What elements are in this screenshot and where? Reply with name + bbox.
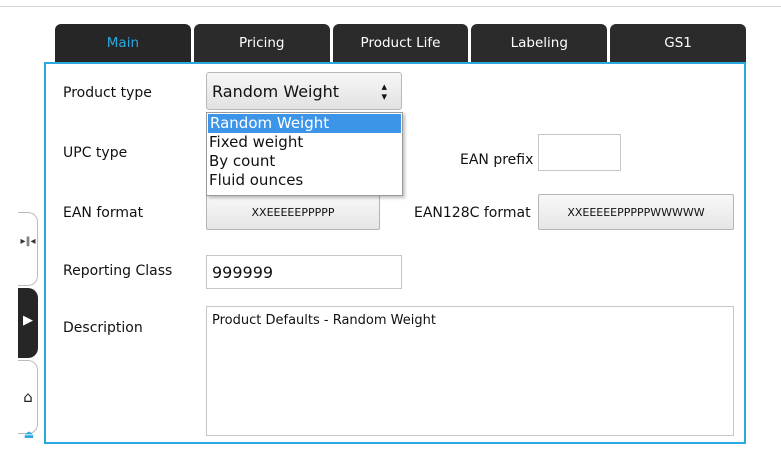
collapse-arrows-icon: ▸‖◂ (20, 236, 36, 247)
select-updown-icon: ▴ ▾ (381, 80, 387, 103)
eject-icon[interactable]: ⏏ (19, 428, 39, 441)
tab-gs1[interactable]: GS1 (610, 24, 746, 62)
ean128c-format-button[interactable]: XXEEEEEPPPPPWWWWW (538, 194, 734, 230)
dropdown-option-random-weight[interactable]: Random Weight (208, 114, 401, 133)
product-type-label: Product type (63, 85, 152, 101)
side-strip: ▸‖◂ ▶ ⌂ ⏏ (0, 212, 42, 444)
upc-type-label: UPC type (63, 145, 128, 161)
tab-product-life[interactable]: Product Life (332, 24, 469, 62)
ean-prefix-label: EAN prefix (460, 152, 534, 168)
dropdown-option-fixed-weight[interactable]: Fixed weight (207, 133, 402, 152)
home-icon: ⌂ (23, 388, 33, 406)
top-divider (0, 6, 781, 7)
ean128c-format-label: EAN128C format (414, 205, 531, 221)
reporting-class-input[interactable]: 999999 (206, 255, 402, 289)
tab-bar: Main Pricing Product Life Labeling GS1 (55, 24, 746, 62)
product-type-value: Random Weight (212, 81, 340, 101)
collapse-tab[interactable] (18, 212, 38, 286)
ean-prefix-input[interactable] (538, 134, 621, 171)
tab-labeling[interactable]: Labeling (471, 24, 608, 62)
description-textarea[interactable]: Product Defaults - Random Weight (206, 306, 734, 436)
dropdown-option-by-count[interactable]: By count (207, 152, 402, 171)
description-label: Description (63, 320, 143, 336)
ean-format-label: EAN format (63, 205, 144, 221)
ean-format-button[interactable]: XXEEEEEPPPPP (206, 194, 380, 230)
dropdown-option-fluid-ounces[interactable]: Fluid ounces (207, 171, 402, 190)
reporting-class-label: Reporting Class (63, 263, 173, 279)
tab-main[interactable]: Main (55, 24, 191, 62)
product-type-select[interactable]: Random Weight ▴ ▾ (206, 72, 402, 110)
play-arrow-icon: ▶ (23, 313, 33, 328)
product-type-dropdown: Random Weight Fixed weight By count Flui… (206, 112, 403, 196)
tab-pricing[interactable]: Pricing (193, 24, 330, 62)
